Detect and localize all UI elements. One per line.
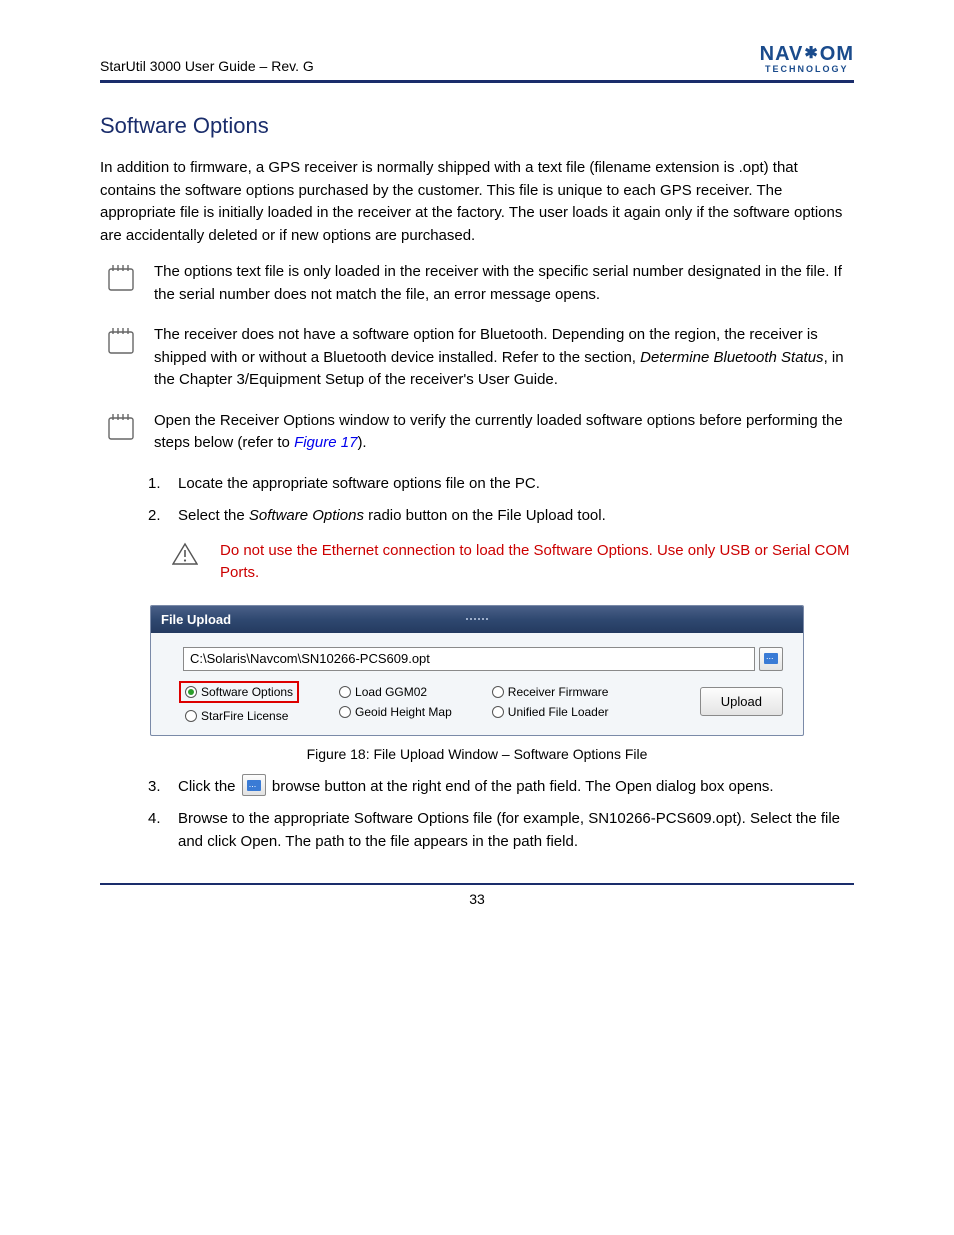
- note-serial: The options text file is only loaded in …: [100, 261, 854, 306]
- browse-icon: [247, 780, 261, 791]
- note-verify-options: Open the Receiver Options window to veri…: [100, 410, 854, 455]
- step-2-emph: Software Options: [249, 507, 364, 524]
- step-1-text: Locate the appropriate software options …: [178, 473, 540, 496]
- product-name: StarUtil 3000 User Guide: [100, 58, 256, 74]
- step-3-a: Click the: [178, 778, 240, 795]
- radio-receiver-firmware[interactable]: Receiver Firmware: [492, 685, 609, 699]
- note-verify-text: Open the Receiver Options window to veri…: [154, 410, 854, 455]
- step-3-text: Click the browse button at the right end…: [178, 776, 774, 799]
- radio-starfire-license-label: StarFire License: [201, 709, 288, 723]
- radio-software-options[interactable]: Software Options: [185, 685, 293, 699]
- note-icon: [108, 324, 136, 392]
- warning-text: Do not use the Ethernet connection to lo…: [220, 540, 854, 585]
- radio-icon: [492, 686, 504, 698]
- logo-nav: NAV: [760, 44, 804, 64]
- note-serial-text: The options text file is only loaded in …: [154, 261, 854, 306]
- figure-file-upload: File Upload: [150, 605, 804, 762]
- radio-starfire-license[interactable]: StarFire License: [179, 709, 299, 723]
- upload-button[interactable]: Upload: [700, 687, 783, 716]
- file-upload-titlebar[interactable]: File Upload: [151, 606, 803, 633]
- header-title: StarUtil 3000 User Guide – Rev. G: [100, 58, 314, 74]
- logo-star-icon: ✱: [804, 46, 818, 62]
- figure-17-link[interactable]: Figure 17: [294, 434, 357, 451]
- step-2-text: Select the Software Options radio button…: [178, 505, 606, 528]
- navcom-logo: NAV ✱ OM TECHNOLOGY: [760, 44, 854, 74]
- browse-icon: [764, 653, 778, 664]
- step-2: 2. Select the Software Options radio but…: [148, 505, 854, 528]
- radio-unified-file-loader[interactable]: Unified File Loader: [492, 705, 609, 719]
- radio-selected-icon: [185, 686, 197, 698]
- radio-icon: [339, 686, 351, 698]
- step-4-text: Browse to the appropriate Software Optio…: [178, 808, 854, 853]
- page-number: 33: [100, 891, 854, 907]
- step-2-num: 2.: [148, 505, 178, 528]
- file-upload-title: File Upload: [161, 612, 231, 627]
- footer-rule: [100, 883, 854, 885]
- header-rule: [100, 80, 854, 83]
- browse-button-inline: [242, 774, 266, 796]
- warning-ethernet: Do not use the Ethernet connection to lo…: [172, 540, 854, 585]
- step-4-num: 4.: [148, 808, 178, 853]
- software-options-radio-highlighted: Software Options: [179, 681, 299, 703]
- browse-button[interactable]: [759, 647, 783, 671]
- section-title: Software Options: [100, 113, 854, 139]
- note-bluetooth: The receiver does not have a software op…: [100, 324, 854, 392]
- radio-load-ggm02[interactable]: Load GGM02: [339, 685, 452, 699]
- file-upload-panel: File Upload: [150, 605, 804, 736]
- revision: Rev. G: [271, 58, 314, 74]
- step-2-a: Select the: [178, 507, 249, 524]
- note-icon: [108, 261, 136, 306]
- radio-software-options-label: Software Options: [201, 685, 293, 699]
- radio-icon: [339, 706, 351, 718]
- note3-b: ).: [357, 434, 366, 451]
- radio-icon: [492, 706, 504, 718]
- logo-om: OM: [820, 44, 854, 64]
- step-4: 4. Browse to the appropriate Software Op…: [148, 808, 854, 853]
- radio-geoid-height-map[interactable]: Geoid Height Map: [339, 705, 452, 719]
- step-2-c: radio button on the File Upload tool.: [364, 507, 606, 524]
- page-header: StarUtil 3000 User Guide – Rev. G NAV ✱ …: [100, 44, 854, 80]
- radio-load-ggm02-label: Load GGM02: [355, 685, 427, 699]
- step-1: 1. Locate the appropriate software optio…: [148, 473, 854, 496]
- step-1-num: 1.: [148, 473, 178, 496]
- intro-paragraph: In addition to firmware, a GPS receiver …: [100, 157, 854, 247]
- radio-receiver-firmware-label: Receiver Firmware: [508, 685, 609, 699]
- note-bt-emph: Determine Bluetooth Status: [640, 349, 823, 366]
- note-bluetooth-text: The receiver does not have a software op…: [154, 324, 854, 392]
- step-3-num: 3.: [148, 776, 178, 799]
- logo-technology: TECHNOLOGY: [765, 64, 849, 74]
- radio-icon: [185, 710, 197, 722]
- drag-grip-icon: [466, 618, 488, 620]
- figure-caption: Figure 18: File Upload Window – Software…: [150, 746, 804, 762]
- note3-a: Open the Receiver Options window to veri…: [154, 412, 843, 452]
- step-3: 3. Click the browse button at the right …: [148, 776, 854, 799]
- note-icon: [108, 410, 136, 455]
- step-3-b: browse button at the right end of the pa…: [272, 778, 774, 795]
- file-path-input[interactable]: [183, 647, 755, 671]
- radio-unified-file-loader-label: Unified File Loader: [508, 705, 609, 719]
- warning-icon: [172, 540, 200, 585]
- radio-geoid-height-map-label: Geoid Height Map: [355, 705, 452, 719]
